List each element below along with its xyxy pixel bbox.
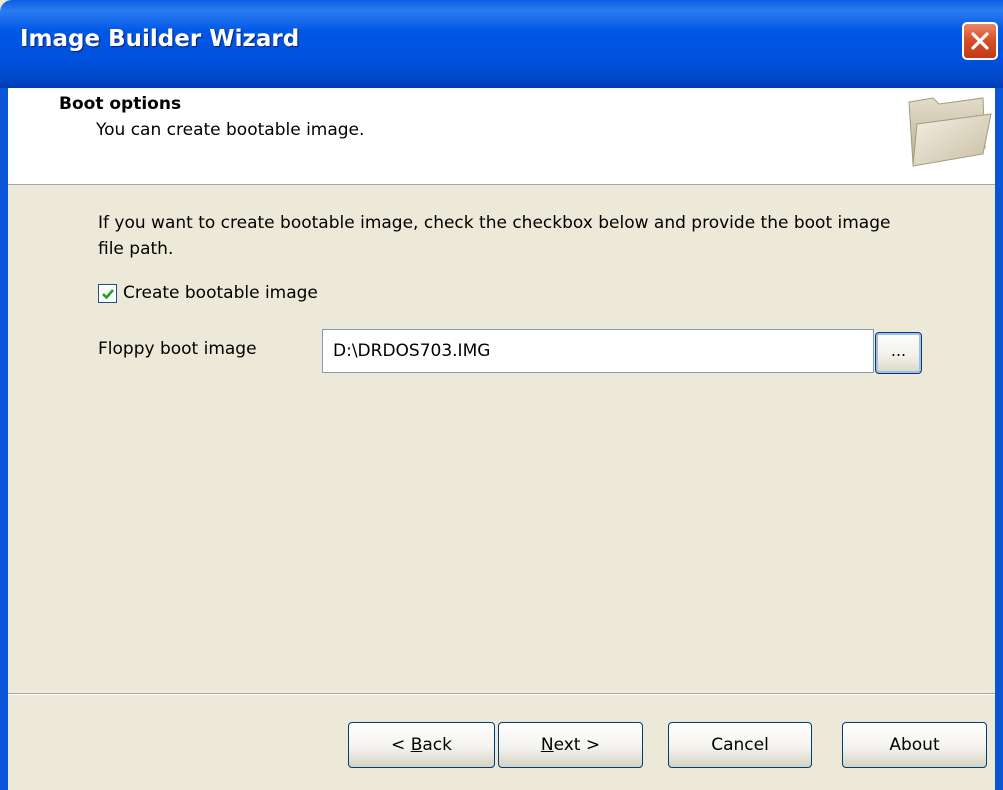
- cancel-button[interactable]: Cancel: [668, 722, 812, 768]
- page-subtitle: You can create bootable image.: [96, 120, 365, 140]
- next-button-accel: N: [540, 735, 554, 755]
- title-bar[interactable]: Image Builder Wizard: [0, 0, 1003, 88]
- floppy-boot-image-label: Floppy boot image: [98, 339, 257, 359]
- wizard-window: Image Builder Wizard Boot options You ca…: [0, 0, 1003, 790]
- close-button[interactable]: [962, 22, 998, 60]
- back-button-prefix: <: [391, 735, 411, 755]
- footer-divider: [8, 693, 995, 695]
- create-bootable-label[interactable]: Create bootable image: [123, 283, 318, 303]
- page-title: Boot options: [59, 94, 182, 114]
- instructions-text: If you want to create bootable image, ch…: [98, 213, 891, 259]
- create-bootable-checkbox[interactable]: [98, 284, 117, 303]
- back-button-accel: B: [410, 735, 423, 755]
- wizard-header: Boot options You can create bootable ima…: [8, 88, 995, 185]
- close-icon: [971, 32, 989, 50]
- checkmark-icon: [102, 289, 114, 300]
- folder-icon: [908, 97, 992, 167]
- browse-button[interactable]: ...: [875, 332, 922, 374]
- next-button-rest: ext >: [553, 735, 601, 755]
- back-button[interactable]: < Back: [348, 722, 495, 768]
- window-title: Image Builder Wizard: [20, 26, 300, 52]
- back-button-rest: ack: [422, 735, 452, 755]
- about-button[interactable]: About: [842, 722, 987, 768]
- window-frame-left: [0, 88, 8, 790]
- floppy-boot-image-input[interactable]: [322, 329, 874, 373]
- wizard-content: If you want to create bootable image, ch…: [8, 185, 995, 790]
- window-frame-right: [995, 88, 1003, 790]
- next-button[interactable]: Next >: [498, 722, 643, 768]
